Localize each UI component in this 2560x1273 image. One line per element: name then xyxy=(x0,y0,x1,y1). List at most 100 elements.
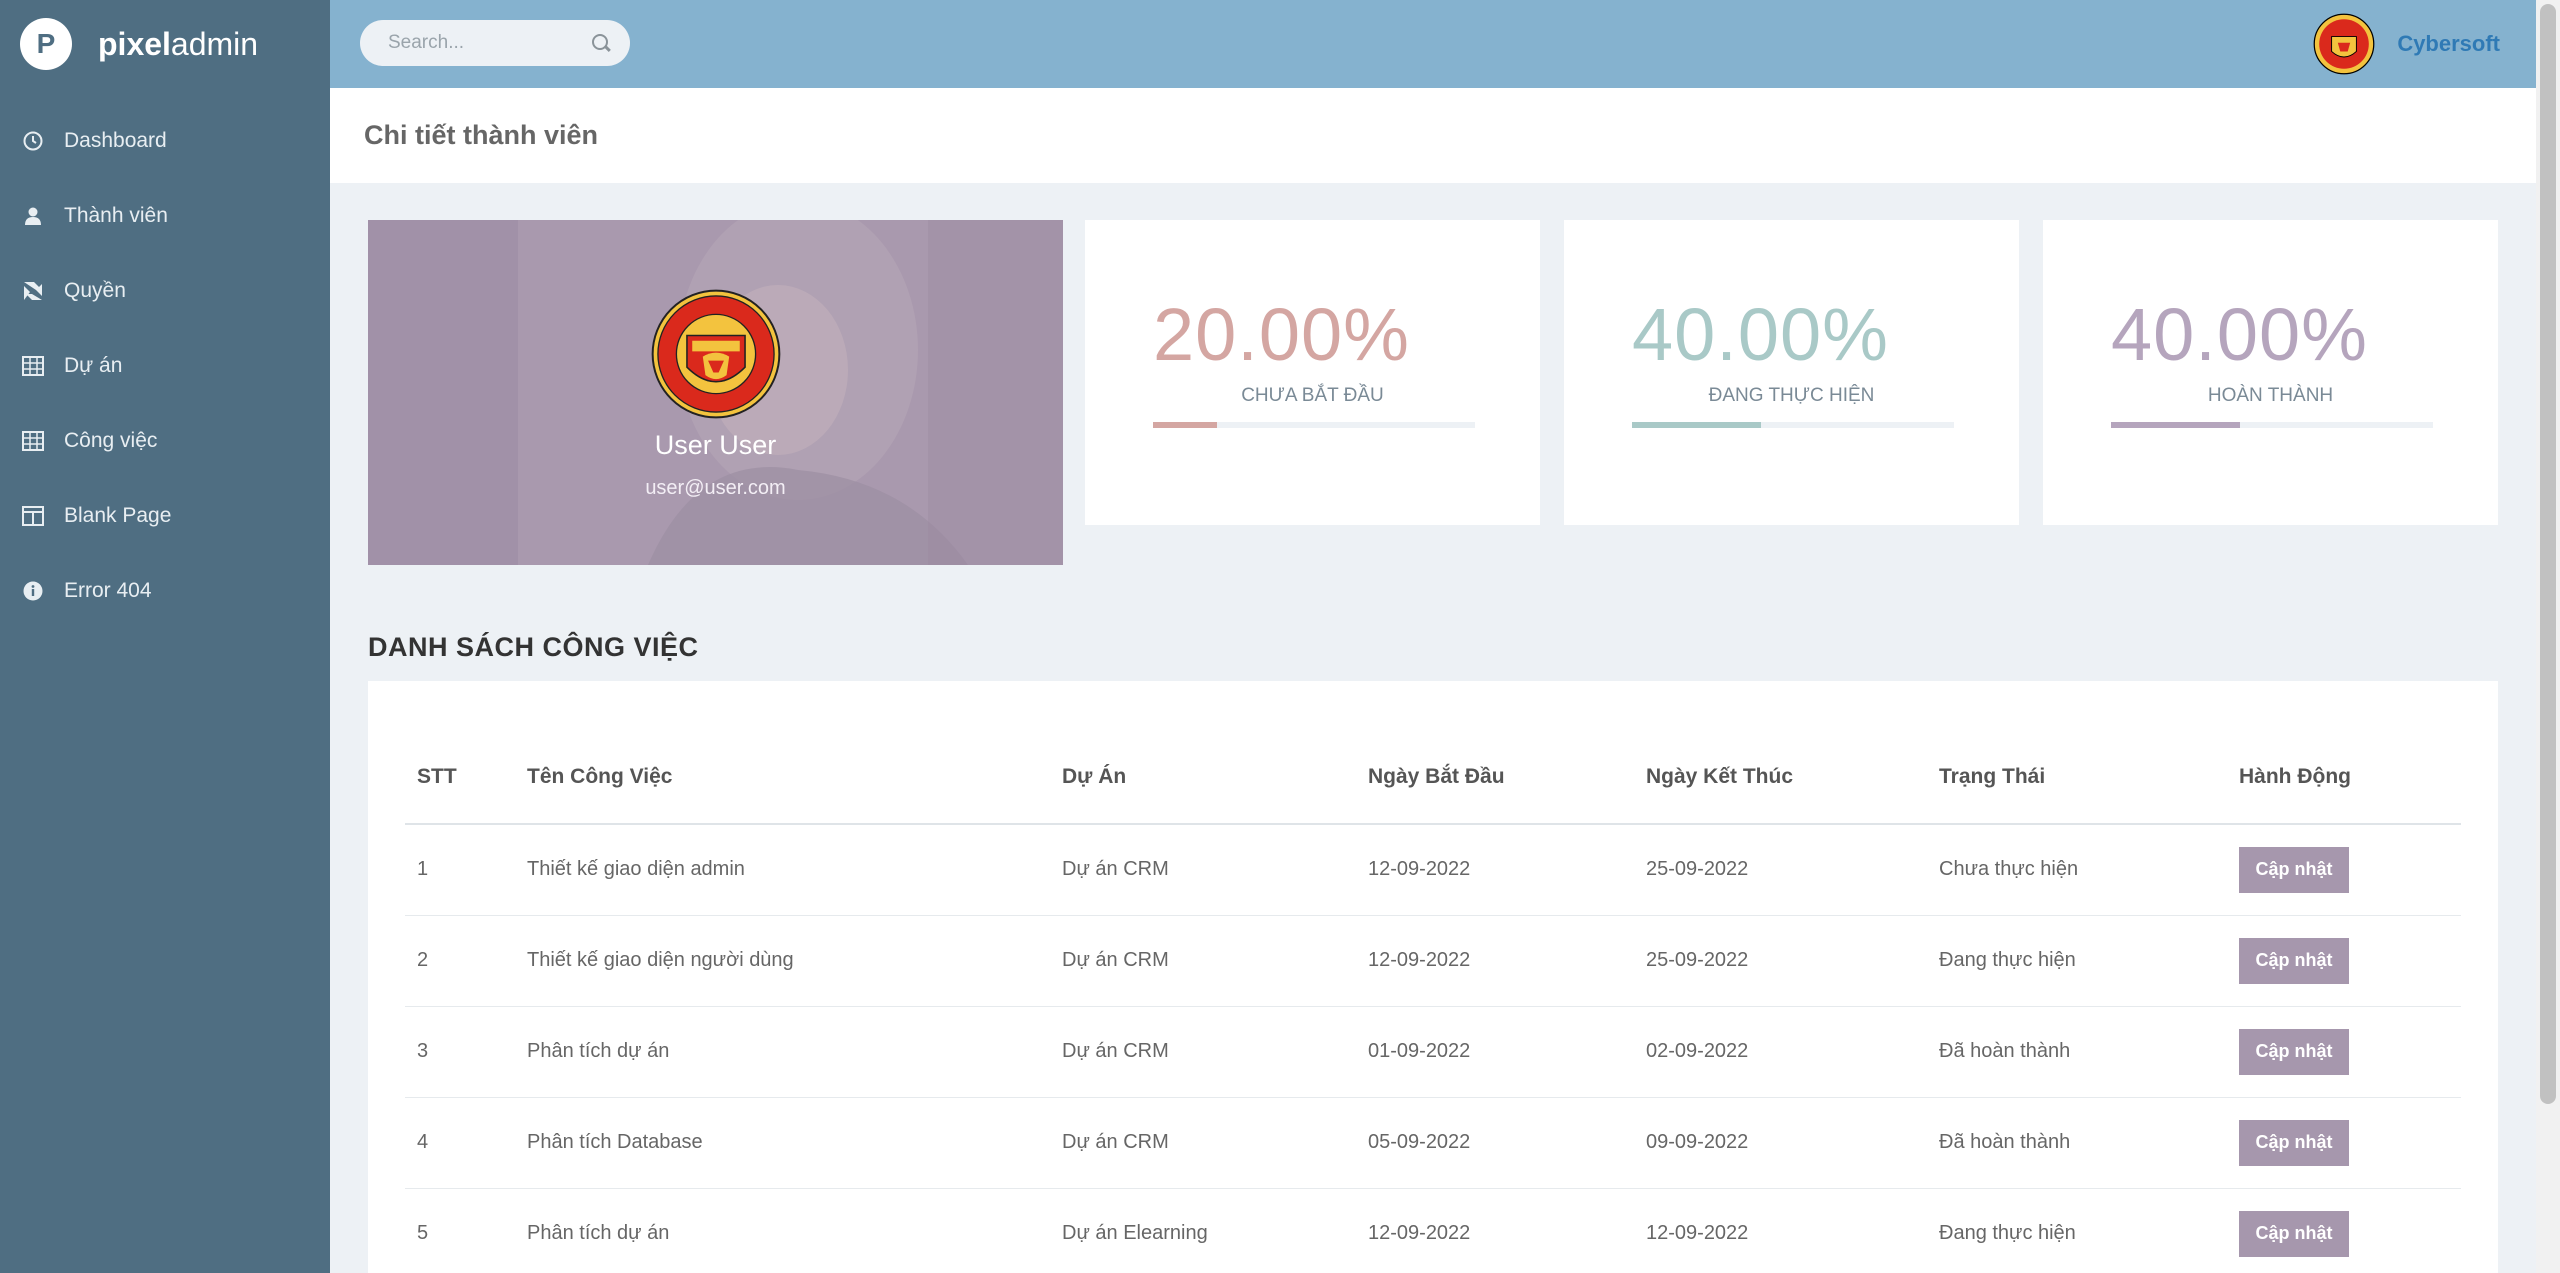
cell-action: Cập nhật xyxy=(2227,824,2461,916)
search-box[interactable] xyxy=(360,20,630,66)
progress-bar xyxy=(1153,422,1475,428)
profile-info: User User user@user.com xyxy=(368,220,1063,565)
column-header: STT xyxy=(405,731,515,825)
cell-status: Chưa thực hiện xyxy=(1927,824,2227,916)
sidebar-item-projects[interactable]: Dự án xyxy=(0,328,330,403)
user-name[interactable]: Cybersoft xyxy=(2397,31,2500,57)
sidebar-item-dashboard[interactable]: Dashboard xyxy=(0,103,330,178)
search-icon[interactable] xyxy=(590,32,612,54)
update-button[interactable]: Cập nhật xyxy=(2239,1210,2349,1257)
cell-status: Đã hoàn thành xyxy=(1927,1006,2227,1098)
columns-icon xyxy=(22,505,44,527)
cell-project: Dự án CRM xyxy=(1050,1006,1356,1098)
stat-label: ĐANG THỰC HIỆN xyxy=(1708,385,1875,406)
stat-label: CHƯA BẮT ĐẦU xyxy=(1241,385,1384,406)
modx-icon xyxy=(22,280,44,302)
table-header-row: STT Tên Công Việc Dự Án Ngày Bắt Đầu Ngà… xyxy=(405,731,2461,825)
cell-end-date: 02-09-2022 xyxy=(1634,1006,1927,1098)
cell-project: Dự án CRM xyxy=(1050,824,1356,916)
cell-end-date: 12-09-2022 xyxy=(1646,1222,1749,1245)
sidebar-item-blank-page[interactable]: Blank Page xyxy=(0,478,330,553)
cell-end-date: 25-09-2022 xyxy=(1634,824,1927,916)
cell-start-date: 01-09-2022 xyxy=(1356,1006,1634,1098)
scrollbar-thumb[interactable] xyxy=(2540,4,2556,1104)
top-navbar: Cybersoft xyxy=(0,0,2536,88)
sidebar-item-error-404[interactable]: Error 404 xyxy=(0,553,330,628)
cell-start-date: 12-09-2022 xyxy=(1356,915,1634,1007)
update-button[interactable]: Cập nhật xyxy=(2239,1028,2349,1075)
cell-action: Cập nhật xyxy=(2227,1188,2461,1273)
cell-project: Dự án CRM xyxy=(1050,915,1356,1007)
brand[interactable]: P pixeladmin xyxy=(0,0,330,88)
stat-value: 40.00% xyxy=(2111,293,2368,376)
table-icon xyxy=(22,430,44,452)
profile-email: user@user.com xyxy=(645,477,786,499)
task-table: STT Tên Công Việc Dự Án Ngày Bắt Đầu Ngà… xyxy=(405,731,2461,1273)
update-button[interactable]: Cập nhật xyxy=(2239,1119,2349,1166)
section-title: DANH SÁCH CÔNG VIỆC xyxy=(368,632,699,662)
sidebar-item-roles[interactable]: Quyền xyxy=(0,253,330,328)
cell-start-date: 05-09-2022 xyxy=(1356,1097,1634,1189)
page-scrollbar[interactable] xyxy=(2536,0,2560,1273)
sidebar: Dashboard Thành viên Quyền Dự án Công vi… xyxy=(0,88,330,1273)
sidebar-item-tasks[interactable]: Công việc xyxy=(0,403,330,478)
brand-logo-icon: P xyxy=(20,18,72,70)
cell-stt: 2 xyxy=(405,915,515,1007)
cell-action: Cập nhật xyxy=(2227,915,2461,1007)
user-icon xyxy=(22,205,44,227)
sidebar-item-label: Dự án xyxy=(64,353,123,377)
cell-stt: 1 xyxy=(405,824,515,916)
sidebar-item-label: Thành viên xyxy=(64,203,168,227)
cell-task-name: Phân tích Database xyxy=(515,1097,1050,1189)
cell-start-date: 12-09-2022 xyxy=(1356,824,1634,916)
table-row: 4 Phân tích Database Dự án CRM 05-09-202… xyxy=(405,1097,2461,1189)
cell-action: Cập nhật xyxy=(2227,1097,2461,1189)
cell-task-name: Thiết kế giao diện người dùng xyxy=(515,915,1050,1007)
stat-card-not-started: 20.00% CHƯA BẮT ĐẦU xyxy=(1085,220,1540,525)
stat-card-in-progress: 40.00% ĐANG THỰC HIỆN xyxy=(1564,220,2019,525)
column-header: Tên Công Việc xyxy=(515,731,1050,825)
cell-stt: 4 xyxy=(405,1097,515,1189)
column-header: Dự Án xyxy=(1050,731,1356,825)
page-header: Chi tiết thành viên xyxy=(330,88,2536,183)
user-avatar[interactable] xyxy=(2313,13,2375,75)
info-circle-icon xyxy=(22,580,44,602)
table-row: 5 Phân tích dự án Dự án Elearning 12-09-… xyxy=(405,1188,2461,1273)
brand-name: pixeladmin xyxy=(98,25,259,62)
clock-icon xyxy=(22,130,44,152)
update-button[interactable]: Cập nhật xyxy=(2239,937,2349,984)
cell-start-date: 12-09-2022 xyxy=(1368,1222,1471,1245)
table-row: 3 Phân tích dự án Dự án CRM 01-09-2022 0… xyxy=(405,1006,2461,1098)
search-input[interactable] xyxy=(388,32,588,54)
cell-stt: 3 xyxy=(405,1006,515,1098)
page-title: Chi tiết thành viên xyxy=(364,120,599,150)
sidebar-item-label: Công việc xyxy=(64,428,158,452)
profile-name: User User xyxy=(654,430,777,460)
cell-task-name: Phân tích dự án xyxy=(515,1006,1050,1098)
cell-project: Dự án CRM xyxy=(1050,1097,1356,1189)
cell-task-name: Phân tích dự án xyxy=(527,1222,670,1245)
progress-bar xyxy=(2111,422,2433,428)
sidebar-item-members[interactable]: Thành viên xyxy=(0,178,330,253)
stat-label: HOÀN THÀNH xyxy=(2207,385,2334,406)
profile-card: User User user@user.com xyxy=(368,220,1063,565)
table-icon xyxy=(22,355,44,377)
update-button[interactable]: Cập nhật xyxy=(2239,846,2349,893)
cell-end-date: 09-09-2022 xyxy=(1634,1097,1927,1189)
sidebar-item-label: Dashboard xyxy=(64,128,167,152)
cell-status: Đã hoàn thành xyxy=(1927,1097,2227,1189)
progress-fill xyxy=(2111,422,2240,428)
user-menu[interactable]: Cybersoft xyxy=(2313,0,2500,88)
stat-value: 40.00% xyxy=(1632,293,1889,376)
stat-card-completed: 40.00% HOÀN THÀNH xyxy=(2043,220,2498,525)
club-crest-icon xyxy=(651,289,780,419)
cell-task-name: Thiết kế giao diện admin xyxy=(515,824,1050,916)
column-header: Trạng Thái xyxy=(1927,731,2227,825)
cell-project: Dự án Elearning xyxy=(1062,1222,1208,1245)
column-header: Hành Động xyxy=(2227,731,2461,825)
cell-end-date: 25-09-2022 xyxy=(1634,915,1927,1007)
task-table-card: STT Tên Công Việc Dự Án Ngày Bắt Đầu Ngà… xyxy=(368,681,2498,1273)
progress-fill xyxy=(1632,422,1761,428)
sidebar-item-label: Quyền xyxy=(64,278,126,302)
stat-value: 20.00% xyxy=(1153,293,1410,376)
